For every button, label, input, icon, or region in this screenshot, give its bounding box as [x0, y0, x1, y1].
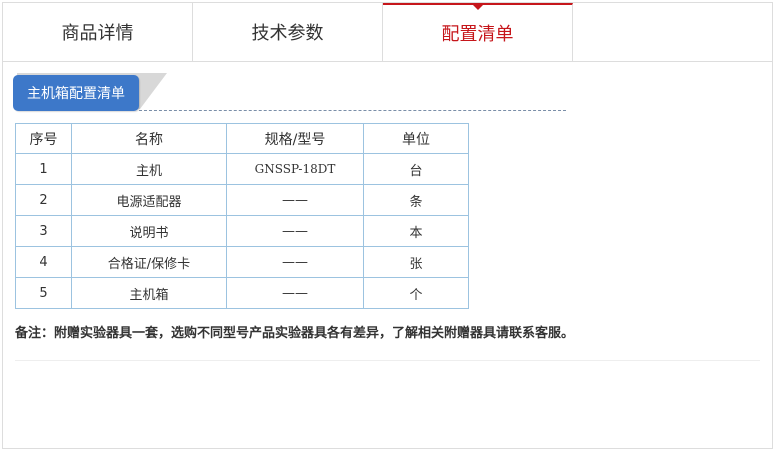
- header-cell: 名称: [71, 123, 227, 154]
- header-cell: 规格/型号: [226, 123, 364, 154]
- table-cell: 3: [15, 215, 72, 247]
- table-cell: ——: [226, 246, 364, 278]
- section-header: 主机箱配置清单: [13, 71, 566, 113]
- table-cell: 5: [15, 277, 72, 309]
- config-table: 序号 名称 规格/型号 单位 1 主机 GNSSP-18DT 台 2 电源适配器…: [15, 123, 469, 309]
- table-cell: 1: [15, 153, 72, 185]
- table-cell: 说明书: [71, 215, 227, 247]
- tab-product-details[interactable]: 商品详情: [3, 3, 193, 61]
- dashed-divider: [139, 110, 566, 111]
- table-row: 3 说明书 —— 本: [15, 215, 469, 247]
- header-cell: 单位: [363, 123, 469, 154]
- table-cell: 台: [363, 153, 469, 185]
- tab-config-list[interactable]: 配置清单: [383, 3, 573, 61]
- table-cell: 条: [363, 184, 469, 216]
- active-caret-icon: [470, 3, 485, 10]
- table-cell: 本: [363, 215, 469, 247]
- table-cell: 4: [15, 246, 72, 278]
- tab-tech-specs[interactable]: 技术参数: [193, 3, 383, 61]
- section-title: 主机箱配置清单: [13, 75, 139, 111]
- table-cell: 主机箱: [71, 277, 227, 309]
- tab-label: 配置清单: [441, 24, 514, 45]
- table-row: 4 合格证/保修卡 —— 张: [15, 246, 469, 278]
- header-cell: 序号: [15, 123, 72, 154]
- table-cell: ——: [226, 277, 364, 309]
- product-detail-panel: 商品详情 技术参数 配置清单 主机箱配置清单 序号 名称 规格/型号 单位 1 …: [2, 2, 773, 449]
- table-cell: 个: [363, 277, 469, 309]
- table-cell: 主机: [71, 153, 227, 185]
- table-cell: 电源适配器: [71, 184, 227, 216]
- table-cell: ——: [226, 184, 364, 216]
- tab-bar: 商品详情 技术参数 配置清单: [3, 3, 772, 62]
- table-header-row: 序号 名称 规格/型号 单位: [15, 123, 469, 154]
- remark-note: 备注：附赠实验器具一套，选购不同型号产品实验器具各有差异，了解相关附赠器具请联系…: [15, 326, 575, 341]
- table-row: 1 主机 GNSSP-18DT 台: [15, 153, 469, 185]
- table-row: 2 电源适配器 —— 条: [15, 184, 469, 216]
- table-cell: 2: [15, 184, 72, 216]
- table-cell: 合格证/保修卡: [71, 246, 227, 278]
- table-cell: 张: [363, 246, 469, 278]
- table-cell: GNSSP-18DT: [226, 153, 364, 185]
- table-cell: ——: [226, 215, 364, 247]
- tab-label: 技术参数: [251, 23, 324, 44]
- table-row: 5 主机箱 —— 个: [15, 277, 469, 309]
- tab-label: 商品详情: [61, 23, 134, 44]
- bottom-divider: [15, 360, 760, 361]
